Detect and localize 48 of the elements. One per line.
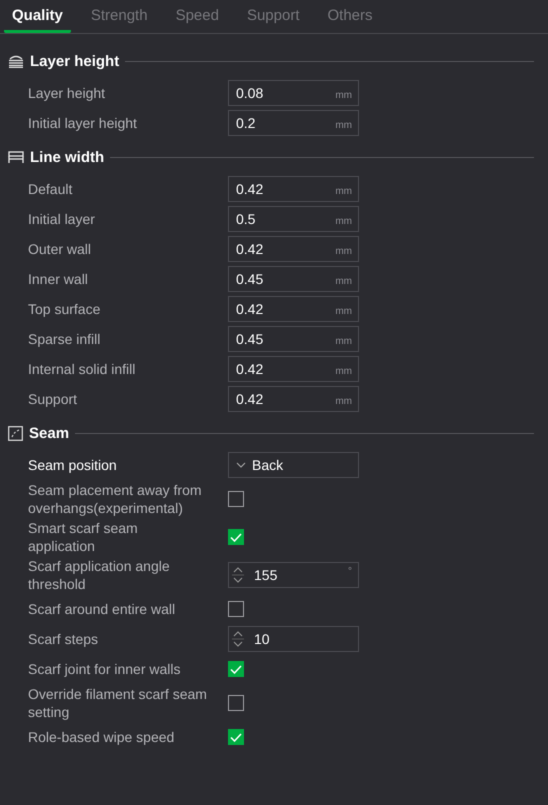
section-title: Layer height: [30, 52, 120, 70]
setting-label: Scarf around entire wall: [28, 600, 176, 619]
setting-label: Support: [28, 390, 78, 409]
number-field[interactable]: 0.45 mm: [228, 266, 359, 292]
number-field[interactable]: 0.2 mm: [228, 110, 359, 136]
setting-label: Top surface: [28, 300, 102, 319]
setting-label: Scarf application angle threshold: [28, 557, 171, 594]
spinner-arrows-icon: [232, 565, 244, 585]
number-field[interactable]: 0.42 mm: [228, 296, 359, 322]
setting-label: Seam placement away from overhangs(experimental): [28, 481, 203, 518]
spinner-arrows-icon: [232, 629, 244, 649]
checkbox[interactable]: [228, 529, 244, 545]
number-field[interactable]: 0.45 mm: [228, 326, 359, 352]
spin-field[interactable]: 10: [228, 626, 359, 652]
checkbox[interactable]: [228, 601, 244, 617]
checkbox[interactable]: [228, 695, 244, 711]
setting-label: Scarf joint for inner walls: [28, 660, 182, 679]
setting-label: Default: [28, 180, 74, 199]
checkbox[interactable]: [228, 729, 244, 745]
section-title: Line width: [30, 148, 104, 166]
line-width-icon: [8, 150, 24, 164]
section-title: Seam: [29, 424, 70, 442]
setting-label: Scarf steps: [28, 630, 100, 649]
setting-label: Override filament scarf seam setting: [28, 685, 208, 722]
setting-label: Internal solid infill: [28, 360, 136, 379]
setting-label: Sparse infill: [28, 330, 102, 349]
seam-icon: [8, 426, 23, 440]
spin-field[interactable]: 155 °: [228, 562, 359, 588]
setting-label: Role-based wipe speed: [28, 728, 176, 747]
caret-icon: [236, 462, 246, 468]
number-field[interactable]: 0.42 mm: [228, 356, 359, 382]
number-field[interactable]: 0.42 mm: [228, 236, 359, 262]
setting-label: Seam position: [28, 456, 118, 475]
tab[interactable]: Quality: [4, 0, 71, 33]
setting-label: Initial layer: [28, 210, 96, 229]
number-field[interactable]: 0.08 mm: [228, 80, 359, 106]
number-field[interactable]: 0.42 mm: [228, 176, 359, 202]
number-field[interactable]: 0.5 mm: [228, 206, 359, 232]
setting-label: Inner wall: [28, 270, 89, 289]
setting-label: Layer height: [28, 84, 106, 103]
dropdown[interactable]: Back: [228, 452, 359, 478]
setting-label: Initial layer height: [28, 114, 138, 133]
setting-label: Outer wall: [28, 240, 92, 259]
setting-label: Smart scarf seam application: [28, 519, 139, 556]
number-field[interactable]: 0.42 mm: [228, 386, 359, 412]
layers-icon: [8, 54, 24, 68]
checkbox[interactable]: [228, 491, 244, 507]
checkbox[interactable]: [228, 661, 244, 677]
